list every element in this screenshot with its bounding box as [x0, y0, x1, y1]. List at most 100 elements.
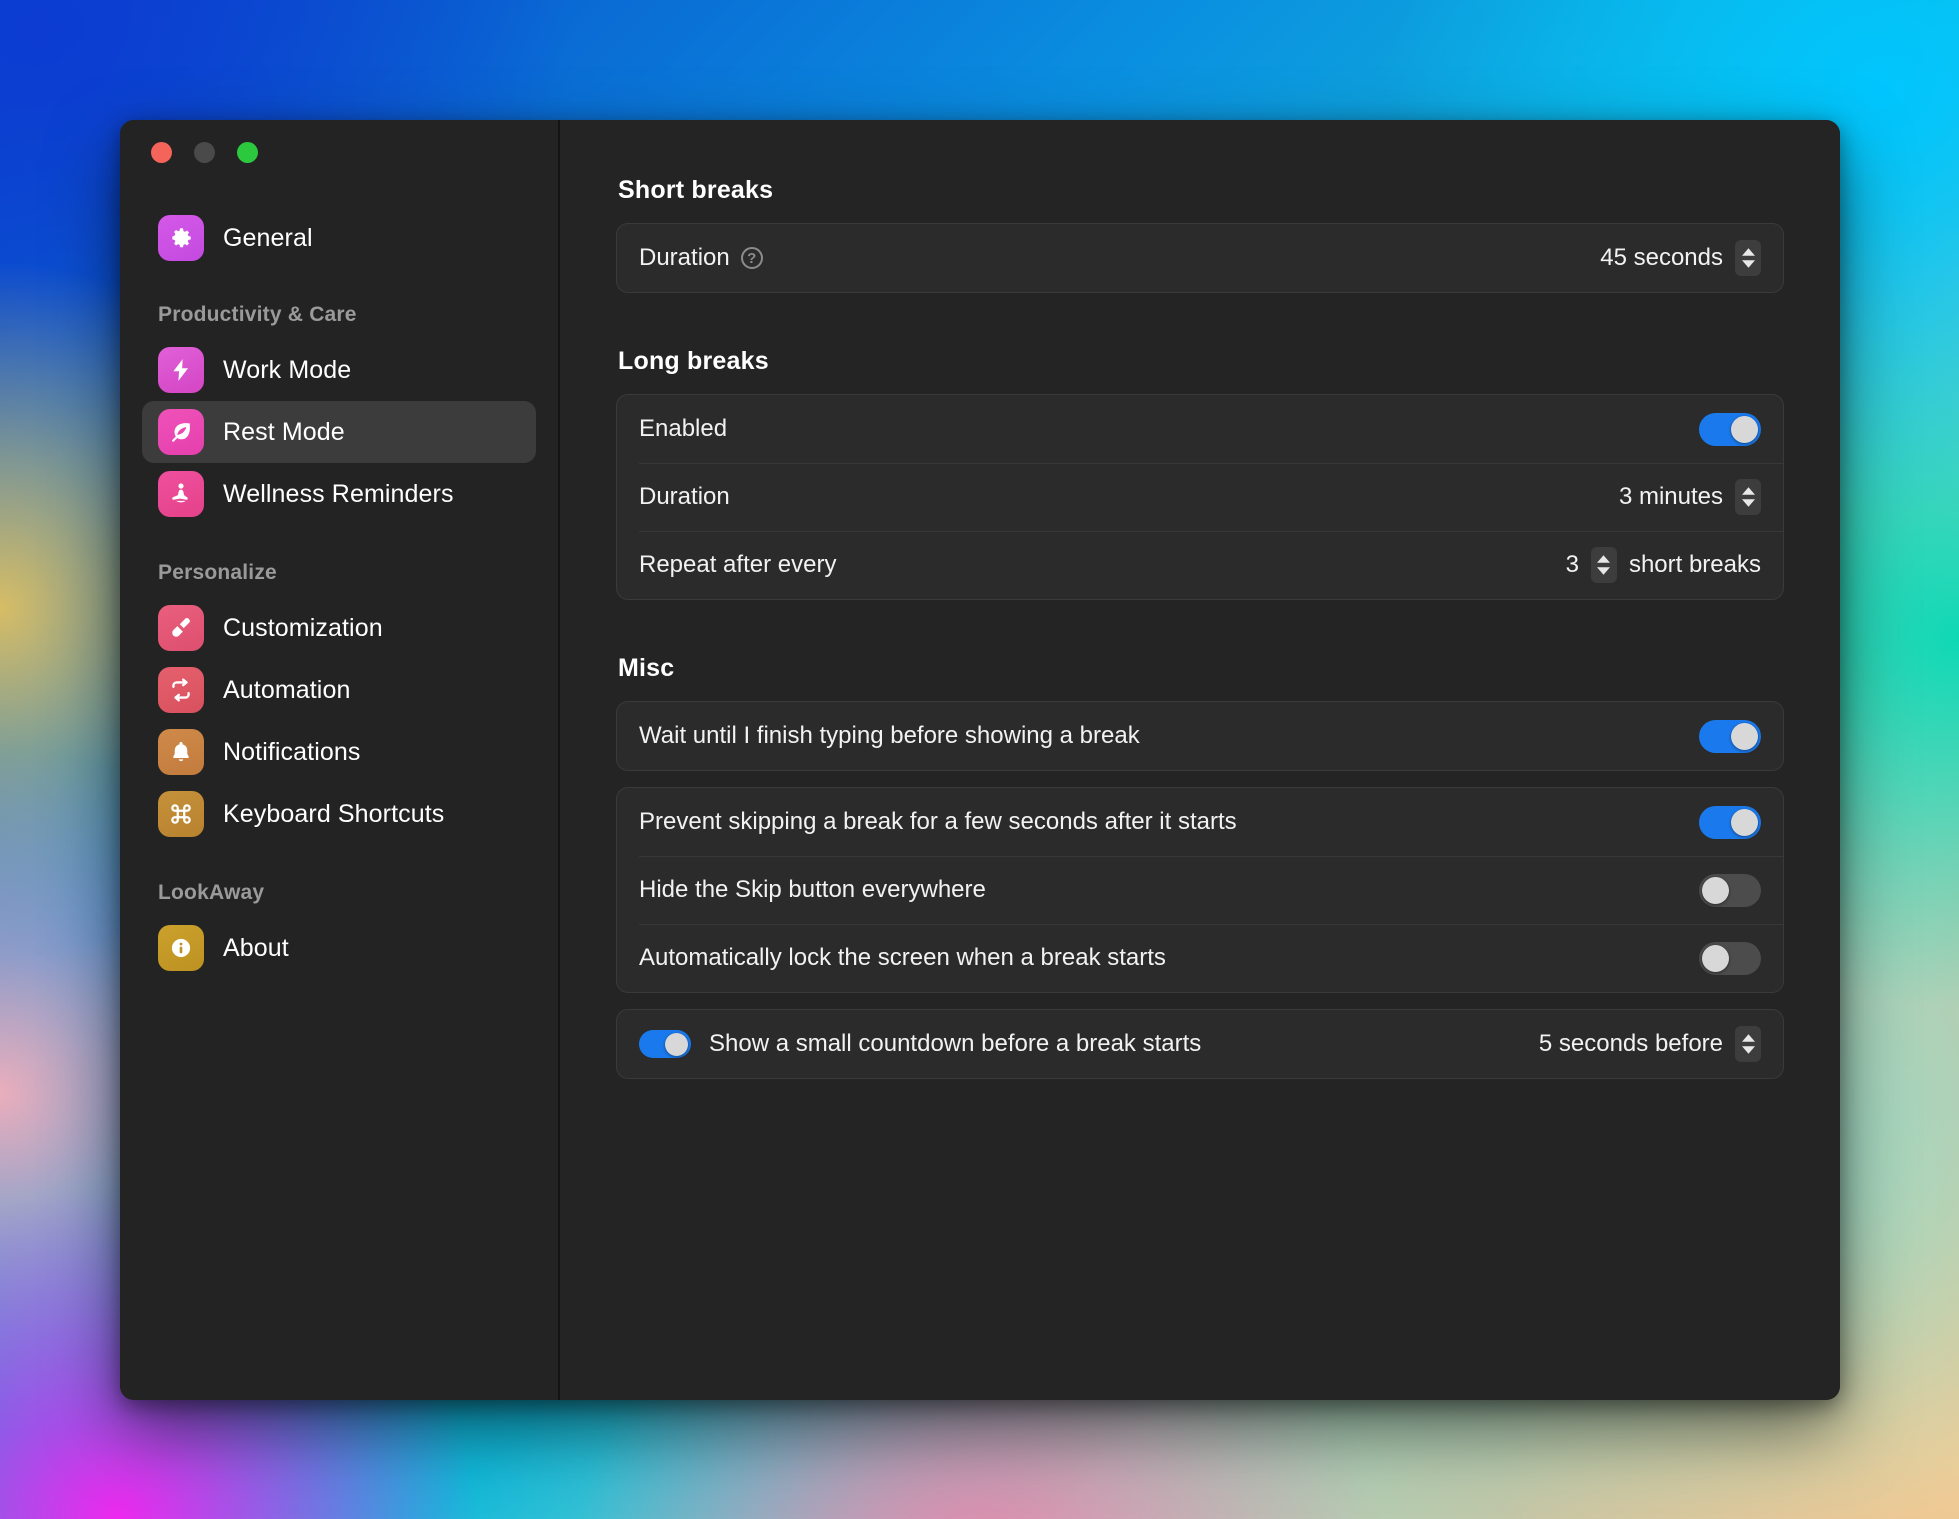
leaf-icon [158, 409, 204, 455]
desktop-wallpaper: General Productivity & Care Work Mode Re… [0, 0, 1959, 1519]
long-break-duration-label: Duration [639, 483, 730, 510]
minimize-button[interactable] [194, 142, 215, 163]
settings-panel: Short breaks Duration ? 45 seconds Long … [560, 120, 1840, 1400]
section-title-short-breaks: Short breaks [618, 176, 774, 204]
card-long-breaks: Enabled Duration 3 minutes Repeat after … [616, 394, 1784, 600]
gear-icon [158, 215, 204, 261]
sidebar-item-label: Rest Mode [223, 417, 345, 446]
row-auto-lock-screen: Automatically lock the screen when a bre… [617, 924, 1783, 992]
chevron-down-icon [1741, 260, 1755, 268]
prevent-skip-toggle[interactable] [1699, 805, 1761, 839]
prevent-skip-label: Prevent skipping a break for a few secon… [639, 808, 1237, 835]
sidebar-item-label: Customization [223, 613, 383, 642]
repeat-icon [158, 667, 204, 713]
sidebar-item-general[interactable]: General [142, 207, 536, 269]
sidebar-item-notifications[interactable]: Notifications [142, 721, 536, 783]
row-control: 3 short breaks [1566, 547, 1761, 583]
sidebar-item-label: Keyboard Shortcuts [223, 799, 445, 828]
close-button[interactable] [151, 142, 172, 163]
sidebar-item-label: Automation [223, 675, 351, 704]
sidebar-item-label: Notifications [223, 737, 361, 766]
long-break-duration-value: 3 minutes [1618, 483, 1723, 510]
bolt-icon [158, 347, 204, 393]
row-prevent-skipping: Prevent skipping a break for a few secon… [617, 788, 1783, 856]
row-long-break-duration: Duration 3 minutes [617, 463, 1783, 531]
short-break-duration-stepper[interactable] [1735, 240, 1761, 276]
chevron-up-icon [1741, 487, 1755, 495]
row-control: 5 seconds before [1539, 1026, 1761, 1062]
row-control [1699, 941, 1761, 975]
section-title-long-breaks: Long breaks [618, 347, 769, 375]
row-control [1699, 412, 1761, 446]
countdown-value: 5 seconds before [1538, 1030, 1723, 1057]
row-control [1699, 805, 1761, 839]
row-short-break-duration: Duration ? 45 seconds [617, 224, 1783, 292]
long-break-repeat-suffix: short breaks [1628, 551, 1761, 578]
card-misc-countdown: Show a small countdown before a break st… [616, 1009, 1784, 1079]
app-window: General Productivity & Care Work Mode Re… [120, 120, 1840, 1400]
row-wait-until-typing: Wait until I finish typing before showin… [617, 702, 1783, 770]
chevron-up-icon [1741, 248, 1755, 256]
card-misc-typing: Wait until I finish typing before showin… [616, 701, 1784, 771]
chevron-up-icon [1741, 1034, 1755, 1042]
sidebar-item-label: Work Mode [223, 355, 352, 384]
row-control: 45 seconds [1600, 240, 1761, 276]
toggle-knob [1702, 944, 1729, 972]
info-icon [158, 925, 204, 971]
card-short-breaks: Duration ? 45 seconds [616, 223, 1784, 293]
sidebar-item-work-mode[interactable]: Work Mode [142, 339, 536, 401]
chevron-up-icon [1597, 555, 1611, 563]
sidebar-item-wellness-reminders[interactable]: Wellness Reminders [142, 463, 536, 525]
toggle-knob [1731, 722, 1758, 750]
row-hide-skip-button: Hide the Skip button everywhere [617, 856, 1783, 924]
row-long-break-repeat: Repeat after every 3 short breaks [617, 531, 1783, 599]
long-break-repeat-value: 3 [1565, 551, 1579, 578]
sidebar-item-label: About [223, 933, 289, 962]
sidebar-item-customization[interactable]: Customization [142, 597, 536, 659]
long-break-repeat-stepper[interactable] [1590, 547, 1617, 583]
chevron-down-icon [1741, 499, 1755, 507]
long-breaks-enabled-toggle[interactable] [1699, 412, 1761, 446]
toggle-knob [665, 1032, 688, 1056]
sidebar-item-keyboard-shortcuts[interactable]: Keyboard Shortcuts [142, 783, 536, 845]
wait-typing-label: Wait until I finish typing before showin… [639, 722, 1140, 749]
auto-lock-label: Automatically lock the screen when a bre… [639, 944, 1166, 971]
window-traffic-lights [142, 120, 536, 163]
sidebar-item-rest-mode[interactable]: Rest Mode [142, 401, 536, 463]
wait-typing-toggle[interactable] [1699, 719, 1761, 753]
sidebar-item-label: Wellness Reminders [223, 479, 454, 508]
short-break-duration-label: Duration [639, 244, 730, 271]
zoom-button[interactable] [237, 142, 258, 163]
long-break-repeat-label: Repeat after every [639, 551, 837, 578]
show-countdown-label: Show a small countdown before a break st… [709, 1030, 1202, 1057]
sidebar-section-lookaway: LookAway [158, 881, 265, 904]
toggle-knob [1731, 415, 1758, 443]
toggle-knob [1702, 876, 1729, 904]
hide-skip-toggle[interactable] [1699, 873, 1761, 907]
row-label: Duration ? [639, 244, 763, 272]
long-break-duration-stepper[interactable] [1735, 479, 1761, 515]
row-control: 3 minutes [1619, 479, 1761, 515]
sidebar-nav: General Productivity & Care Work Mode Re… [142, 207, 536, 979]
sidebar-item-about[interactable]: About [142, 917, 536, 979]
help-icon[interactable]: ? [740, 247, 763, 269]
sidebar-section-productivity: Productivity & Care [158, 303, 357, 326]
hide-skip-label: Hide the Skip button everywhere [639, 876, 986, 903]
meditation-icon [158, 471, 204, 517]
sidebar: General Productivity & Care Work Mode Re… [120, 120, 560, 1400]
auto-lock-toggle[interactable] [1699, 941, 1761, 975]
section-title-misc: Misc [618, 654, 675, 682]
sidebar-section-personalize: Personalize [158, 561, 277, 584]
countdown-stepper[interactable] [1735, 1026, 1761, 1062]
long-breaks-enabled-label: Enabled [639, 415, 728, 442]
command-icon [158, 791, 204, 837]
sidebar-item-automation[interactable]: Automation [142, 659, 536, 721]
short-break-duration-value: 45 seconds [1600, 244, 1723, 271]
row-show-countdown: Show a small countdown before a break st… [617, 1010, 1783, 1078]
row-control [1699, 719, 1761, 753]
row-long-breaks-enabled: Enabled [617, 395, 1783, 463]
bell-icon [158, 729, 204, 775]
show-countdown-toggle[interactable] [639, 1030, 691, 1058]
chevron-down-icon [1597, 567, 1611, 575]
paintbrush-icon [158, 605, 204, 651]
